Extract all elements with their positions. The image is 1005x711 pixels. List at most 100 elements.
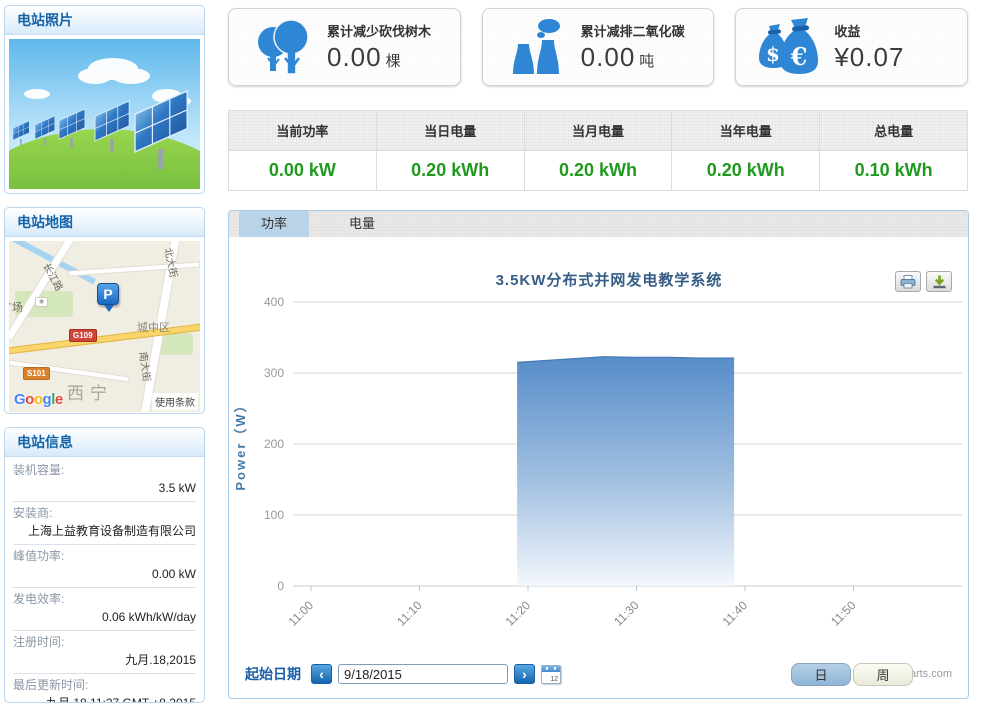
svg-text:11:10: 11:10 bbox=[394, 598, 425, 629]
download-chart-button[interactable] bbox=[926, 271, 952, 292]
co2-reduced-card: 累计减排二氧化碳 0.00吨 bbox=[482, 8, 715, 86]
map-park-area bbox=[159, 333, 193, 355]
info-value: 0.06 kWh/kW/day bbox=[13, 608, 196, 626]
svg-text:200: 200 bbox=[264, 437, 284, 451]
info-value: 上海上益教育设备制造有限公司 bbox=[13, 522, 196, 540]
info-row-capacity: 装机容量: 3.5 kW bbox=[13, 459, 196, 502]
solar-panels-photo bbox=[9, 39, 200, 189]
date-navigation-bar: 起始日期 ‹ › 12 bbox=[245, 664, 561, 684]
svg-text:Power（W）: Power（W） bbox=[233, 397, 248, 490]
chart-panel: 功率 电量 0 100 200 300 400 11:00 11:10 11:20 11:30 1… bbox=[228, 210, 969, 699]
svg-text:$: $ bbox=[766, 42, 780, 66]
plant-map-panel: 电站地图 G109 S101 长江路 北大街 城中区 南大街 西宁 广场 ◉ bbox=[4, 207, 205, 414]
g109-road-badge: G109 bbox=[69, 329, 97, 342]
google-logo[interactable]: Google bbox=[14, 391, 63, 408]
stats-header-current-power: 当前功率 bbox=[229, 111, 377, 151]
energy-stats-table: 当前功率 当日电量 当月电量 当年电量 总电量 0.00 kW 0.20 kWh… bbox=[228, 110, 968, 191]
info-label: 装机容量: bbox=[13, 462, 196, 479]
google-map[interactable]: G109 S101 长江路 北大街 城中区 南大街 西宁 广场 ◉ P Goog… bbox=[9, 241, 200, 412]
day-range-button[interactable]: 日 bbox=[791, 663, 851, 686]
info-value: 九月.18 11:27,GMT +8,2015 bbox=[13, 694, 196, 703]
stats-value-row: 0.00 kW 0.20 kWh 0.20 kWh 0.20 kWh 0.10 … bbox=[229, 151, 967, 191]
svg-text:11:00: 11:00 bbox=[286, 598, 317, 629]
stats-header-total-energy: 总电量 bbox=[820, 111, 967, 151]
district-label-chengzhong: 城中区 bbox=[137, 319, 170, 335]
card-value: 0.00 bbox=[327, 42, 382, 72]
card-unit: 吨 bbox=[639, 53, 654, 70]
info-row-efficiency: 发电效率: 0.06 kWh/kW/day bbox=[13, 588, 196, 631]
chevron-right-icon: › bbox=[522, 666, 527, 682]
stats-value-daily-energy: 0.20 kWh bbox=[377, 151, 525, 191]
dashboard: 电站照片 bbox=[0, 0, 1005, 711]
info-label: 安装商: bbox=[13, 505, 196, 522]
stats-header-row: 当前功率 当日电量 当月电量 当年电量 总电量 bbox=[229, 111, 967, 151]
start-date-label: 起始日期 bbox=[245, 664, 301, 684]
stats-header-daily-energy: 当日电量 bbox=[377, 111, 525, 151]
card-label: 累计减排二氧化碳 bbox=[581, 21, 704, 40]
next-day-button[interactable]: › bbox=[514, 664, 535, 684]
svg-text:300: 300 bbox=[264, 366, 284, 380]
chart-tabs: 功率 电量 bbox=[229, 211, 968, 237]
s101-road-badge: S101 bbox=[23, 367, 50, 380]
square-label: 广场 bbox=[9, 299, 23, 315]
stats-header-monthly-energy: 当月电量 bbox=[525, 111, 673, 151]
info-label: 注册时间: bbox=[13, 634, 196, 651]
plant-info-title: 电站信息 bbox=[5, 428, 204, 457]
start-date-input[interactable] bbox=[338, 664, 508, 684]
svg-text:0: 0 bbox=[277, 579, 284, 593]
trees-saved-card: 累计减少砍伐树木 0.00棵 bbox=[228, 8, 461, 86]
plant-info-panel: 电站信息 装机容量: 3.5 kW 安装商: 上海上益教育设备制造有限公司 峰值… bbox=[4, 427, 205, 703]
info-row-installer: 安装商: 上海上益教育设备制造有限公司 bbox=[13, 502, 196, 545]
power-area-chart: 010020030040011:0011:1011:2011:3011:4011… bbox=[229, 237, 968, 649]
plant-photo-panel: 电站照片 bbox=[4, 5, 205, 194]
svg-text:11:30: 11:30 bbox=[611, 598, 642, 629]
card-label: 收益 bbox=[834, 21, 957, 40]
trees-icon bbox=[243, 15, 321, 79]
card-value: ¥0.07 bbox=[834, 42, 904, 72]
info-row-registered: 注册时间: 九月.18,2015 bbox=[13, 631, 196, 674]
tab-power[interactable]: 功率 bbox=[239, 211, 309, 237]
stats-value-current-power: 0.00 kW bbox=[229, 151, 377, 191]
info-row-last-update: 最后更新时间: 九月.18 11:27,GMT +8,2015 bbox=[13, 674, 196, 703]
stats-header-yearly-energy: 当年电量 bbox=[672, 111, 820, 151]
info-value: 0.00 kW bbox=[13, 565, 196, 583]
stats-value-total-energy: 0.10 kWh bbox=[820, 151, 967, 191]
calendar-icon bbox=[542, 666, 560, 672]
stats-value-yearly-energy: 0.20 kWh bbox=[672, 151, 820, 191]
plant-location-marker[interactable]: P bbox=[97, 283, 119, 305]
tab-energy[interactable]: 电量 bbox=[327, 211, 397, 237]
range-toggle: 日 周 bbox=[791, 663, 913, 686]
card-unit: 棵 bbox=[386, 53, 401, 70]
map-terms-link[interactable]: 使用条款 bbox=[152, 393, 198, 410]
card-label: 累计减少砍伐树木 bbox=[327, 21, 450, 40]
chart-export-toolbar bbox=[895, 271, 952, 292]
plant-photo-title: 电站照片 bbox=[5, 6, 204, 35]
previous-day-button[interactable]: ‹ bbox=[311, 664, 332, 684]
info-label: 最后更新时间: bbox=[13, 677, 196, 694]
svg-text:400: 400 bbox=[264, 295, 284, 309]
week-range-button[interactable]: 周 bbox=[853, 663, 913, 686]
calendar-picker-button[interactable]: 12 bbox=[541, 665, 561, 684]
city-label-xining: 西宁 bbox=[67, 379, 113, 404]
card-value: 0.00 bbox=[581, 42, 636, 72]
calendar-day-number: 12 bbox=[550, 676, 558, 683]
photo-spot-icon: ◉ bbox=[35, 297, 48, 307]
plant-photo bbox=[5, 35, 204, 194]
income-card: $ € 收益 ¥0.07 bbox=[735, 8, 968, 86]
svg-text:11:20: 11:20 bbox=[503, 598, 534, 629]
eco-stat-cards: 累计减少砍伐树木 0.00棵 累计减排二氧化碳 0.00吨 bbox=[228, 8, 968, 86]
svg-text:100: 100 bbox=[264, 508, 284, 522]
info-value: 九月.18,2015 bbox=[13, 651, 196, 669]
print-chart-button[interactable] bbox=[895, 271, 921, 292]
plant-info-list: 装机容量: 3.5 kW 安装商: 上海上益教育设备制造有限公司 峰值功率: 0… bbox=[5, 457, 204, 703]
money-bags-icon: $ € bbox=[750, 15, 828, 79]
plant-map-title: 电站地图 bbox=[5, 208, 204, 237]
printer-icon bbox=[900, 275, 916, 289]
chevron-left-icon: ‹ bbox=[319, 666, 324, 682]
info-label: 发电效率: bbox=[13, 591, 196, 608]
svg-text:11:50: 11:50 bbox=[828, 598, 859, 629]
info-label: 峰值功率: bbox=[13, 548, 196, 565]
info-row-peak-power: 峰值功率: 0.00 kW bbox=[13, 545, 196, 588]
stats-value-monthly-energy: 0.20 kWh bbox=[525, 151, 673, 191]
svg-text:3.5KW分布式并网发电教学系统: 3.5KW分布式并网发电教学系统 bbox=[496, 271, 723, 289]
